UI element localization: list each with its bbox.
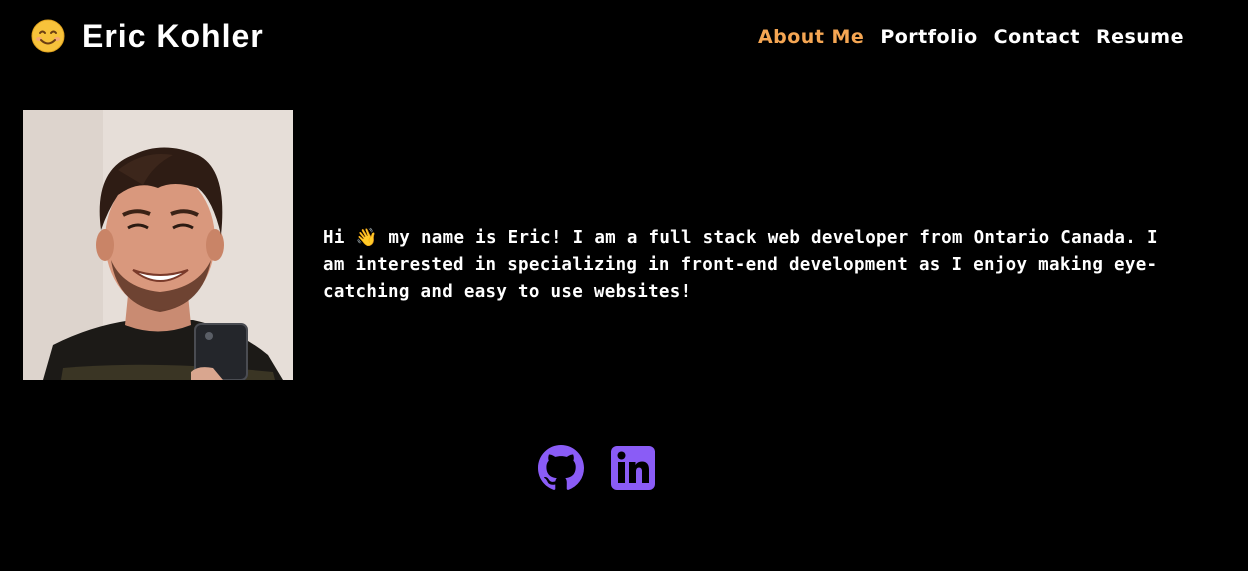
bio-text: Hi 👋 my name is Eric! I am a full stack … bbox=[323, 227, 1158, 302]
smiley-icon bbox=[28, 16, 68, 56]
social-links bbox=[538, 445, 656, 491]
nav-portfolio[interactable]: Portfolio bbox=[880, 26, 977, 48]
nav-contact[interactable]: Contact bbox=[994, 26, 1080, 48]
nav-resume[interactable]: Resume bbox=[1096, 26, 1184, 48]
linkedin-link[interactable] bbox=[610, 445, 656, 491]
site-header: Eric Kohler About Me Portfolio Contact R… bbox=[0, 0, 1248, 80]
main-nav: About Me Portfolio Contact Resume bbox=[758, 26, 1184, 48]
linkedin-icon bbox=[610, 446, 656, 495]
github-link[interactable] bbox=[538, 445, 584, 491]
profile-photo bbox=[23, 110, 293, 380]
nav-about-me[interactable]: About Me bbox=[758, 26, 864, 48]
brand: Eric Kohler bbox=[28, 16, 264, 56]
github-icon bbox=[538, 445, 584, 495]
site-title: Eric Kohler bbox=[82, 17, 264, 54]
